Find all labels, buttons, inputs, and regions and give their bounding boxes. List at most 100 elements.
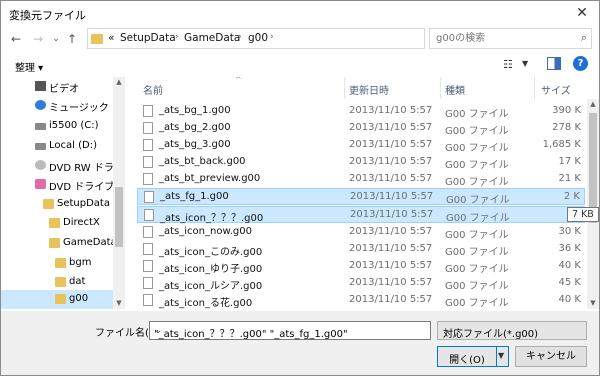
video-icon	[35, 81, 46, 91]
file-size: 21 K	[558, 173, 581, 184]
chevron-down-icon[interactable]: ⌄	[154, 325, 428, 336]
sidebar-item-dvd-f[interactable]: DVD ドライブ (F	[1, 175, 124, 194]
file-date: 2013/11/10 5:57	[350, 209, 434, 220]
folder-icon	[91, 34, 103, 44]
sort-ascending-icon: ^	[235, 77, 242, 84]
table-row[interactable]: _ats_icon_ゆり子.g00 2013/11/10 5:57 G00 ファ…	[137, 258, 585, 275]
filetype-select[interactable]: 対応ファイル(*.g00) ⌄	[437, 321, 587, 340]
table-row-selected[interactable]: _ats_icon_？？？.g00 2013/11/10 5:57 G00 ファ…	[137, 206, 585, 224]
file-date: 2013/11/10 5:57	[349, 122, 433, 133]
preview-pane-icon[interactable]	[547, 57, 561, 70]
sidebar-item-video[interactable]: ビデオ	[1, 77, 113, 96]
file-list-scrollbar[interactable]: ▲ ▼	[587, 99, 599, 309]
split-divider	[496, 347, 497, 366]
file-type: G00 ファイル	[446, 213, 510, 224]
column-divider[interactable]	[534, 77, 535, 99]
chevron-down-icon[interactable]: ⌄	[443, 325, 582, 336]
file-date: 2013/11/10 5:57	[349, 243, 433, 254]
table-row[interactable]: _ats_icon_now.g00 2013/11/10 5:57 G00 ファ…	[137, 224, 585, 241]
organize-menu-button[interactable]: 整理 ▾	[15, 59, 43, 74]
sidebar-item-drive-c[interactable]: i5500 (C:)	[1, 117, 113, 136]
address-overflow[interactable]: «	[108, 32, 114, 44]
scroll-down-icon[interactable]: ▼	[588, 299, 598, 307]
file-name: _ats_icon_ゆり子.g00	[159, 264, 263, 275]
folder-icon	[43, 199, 54, 209]
folder-icon	[55, 277, 66, 287]
column-divider[interactable]	[440, 77, 441, 99]
sidebar-item-dvd-rw[interactable]: DVD RW ドライ	[1, 156, 124, 175]
column-header-date[interactable]: 更新日時	[349, 77, 389, 99]
sidebar-item-drive-d[interactable]: Local (D:)	[1, 137, 113, 156]
file-size: 40 K	[558, 294, 581, 305]
file-icon	[143, 173, 153, 185]
search-input[interactable]	[436, 31, 566, 46]
chevron-right-icon: ›	[238, 32, 242, 42]
scrollbar-thumb[interactable]	[115, 187, 123, 247]
column-divider[interactable]	[344, 77, 345, 99]
file-icon	[143, 294, 153, 306]
file-type: G00 ファイル	[445, 109, 509, 120]
search-icon[interactable]: ⌕	[581, 31, 587, 45]
sidebar-item-setupdata[interactable]: SetupData	[1, 195, 113, 214]
scroll-up-icon[interactable]: ▲	[588, 100, 598, 108]
table-row[interactable]: _ats_bg_1.g00 2013/11/10 5:57 G00 ファイル 3…	[137, 103, 585, 120]
table-row[interactable]: _ats_icon_このみ.g00 2013/11/10 5:57 G00 ファ…	[137, 241, 585, 258]
dvd-icon	[35, 160, 46, 170]
music-icon	[35, 100, 46, 110]
table-row[interactable]: _ats_bt_back.g00 2013/11/10 5:57 G00 ファイ…	[137, 154, 585, 171]
breadcrumb-setupdata[interactable]: SetupData	[120, 32, 176, 44]
table-row[interactable]: _ats_icon_る花.g00 2013/11/10 5:57 G00 ファイ…	[137, 292, 585, 309]
file-type: G00 ファイル	[445, 230, 509, 241]
up-arrow-icon[interactable]: ↑	[63, 29, 81, 49]
file-icon	[143, 105, 153, 117]
sidebar-item-music[interactable]: ミュージック	[1, 96, 113, 115]
scroll-up-icon[interactable]: ▲	[114, 78, 124, 86]
file-icon	[143, 243, 153, 255]
folder-icon	[49, 238, 60, 248]
file-size: 30 K	[558, 226, 581, 237]
file-icon	[144, 209, 154, 221]
forward-arrow-icon[interactable]: →	[29, 29, 47, 49]
breadcrumb-gamedata[interactable]: GameData	[184, 32, 240, 44]
file-icon	[143, 139, 153, 151]
table-row[interactable]: _ats_bt_preview.g00 2013/11/10 5:57 G00 …	[137, 171, 585, 188]
view-options-icon[interactable]: ☷	[503, 58, 513, 71]
file-size: 2 K	[563, 191, 580, 202]
chevron-right-icon: ›	[175, 32, 179, 42]
back-arrow-icon[interactable]: ←	[7, 29, 25, 49]
file-icon	[144, 191, 154, 203]
file-type: G00 ファイル	[446, 195, 510, 206]
breadcrumb-g00[interactable]: g00	[248, 32, 268, 44]
sidebar-item-g00[interactable]: g00	[1, 290, 113, 309]
file-type: G00 ファイル	[445, 160, 509, 171]
table-row[interactable]: _ats_bg_2.g00 2013/11/10 5:57 G00 ファイル 2…	[137, 120, 585, 137]
sidebar-item-directx[interactable]: DirectX	[1, 214, 113, 233]
title-bar: 変換元ファイル ✕	[1, 1, 599, 27]
address-bar[interactable]: « SetupData › GameData › g00 › ⌄ ↻	[87, 28, 509, 49]
file-size: 45 K	[558, 277, 581, 288]
sidebar-scrollbar[interactable]: ▲ ▼	[113, 77, 124, 309]
table-row[interactable]: _ats_bg_3.g00 2013/11/10 5:57 G00 ファイル 1…	[137, 137, 585, 154]
open-dropdown-icon[interactable]: ▼	[498, 351, 504, 360]
file-date: 2013/11/10 5:57	[349, 260, 433, 271]
table-row[interactable]: _ats_icon_ルシア.g00 2013/11/10 5:57 G00 ファ…	[137, 275, 585, 292]
table-row-selected[interactable]: _ats_fg_1.g00 2013/11/10 5:57 G00 ファイル 2…	[137, 188, 585, 206]
cancel-button[interactable]: キャンセル	[515, 346, 587, 367]
file-name: _ats_icon_now.g00	[159, 226, 252, 237]
file-type: G00 ファイル	[445, 143, 509, 154]
sidebar-item-gamedata[interactable]: GameData	[1, 234, 117, 253]
navigation-bar: ← → ⌄ ↑ « SetupData › GameData › g00 › ⌄…	[1, 27, 599, 51]
close-icon[interactable]: ✕	[569, 2, 595, 24]
search-box[interactable]: ⌕	[429, 28, 592, 49]
file-type: G00 ファイル	[445, 264, 509, 275]
column-header-size[interactable]: サイズ	[541, 77, 571, 99]
chevron-down-icon[interactable]: ▼	[522, 59, 528, 68]
help-icon[interactable]: ?	[573, 56, 588, 71]
filename-field[interactable]: "_ats_icon_？？？.g00" "_ats_fg_1.g00" ⌄	[149, 321, 431, 340]
open-button[interactable]: 開く(O) ▼	[437, 346, 509, 367]
column-header-type[interactable]: 種類	[445, 77, 465, 99]
sidebar-item-bgm[interactable]: bgm	[1, 254, 113, 273]
scroll-down-icon[interactable]: ▼	[114, 299, 124, 307]
file-name: _ats_bg_1.g00	[159, 105, 231, 116]
column-header-name[interactable]: 名前	[143, 77, 163, 99]
